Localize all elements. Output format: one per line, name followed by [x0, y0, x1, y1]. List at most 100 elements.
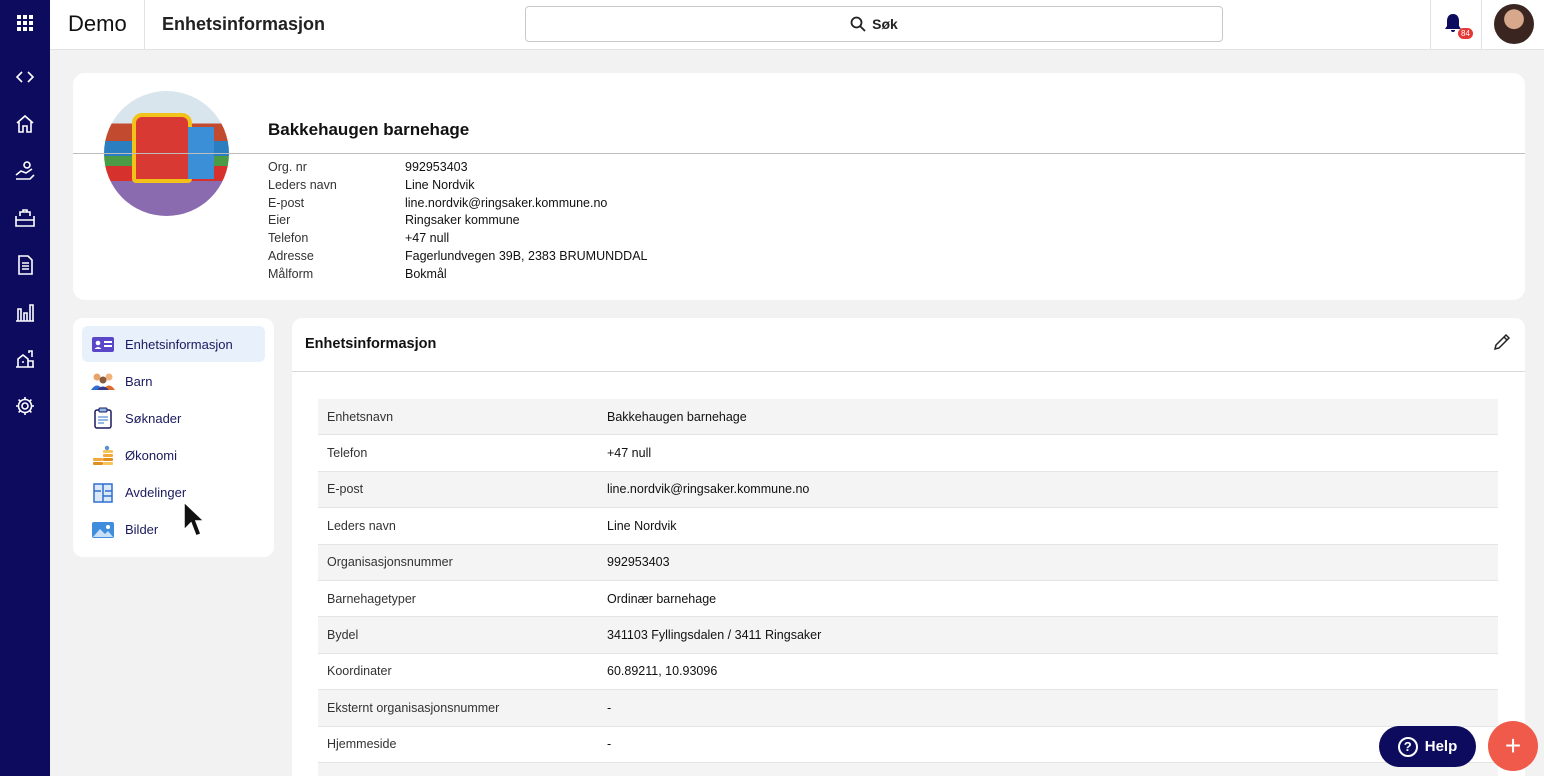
summary-label: Org. nr [268, 160, 307, 174]
notification-badge: 84 [1458, 28, 1473, 39]
row-value: Bakkehaugen barnehage [607, 409, 747, 424]
left-rail [0, 0, 50, 776]
table-row: Eksternt organisasjonsnummer - [318, 690, 1498, 727]
menu-item-label: Søknader [125, 410, 182, 426]
mouse-cursor-icon [183, 500, 206, 537]
panel-divider [292, 371, 1525, 372]
unit-name: Bakkehaugen barnehage [268, 120, 470, 139]
row-label: Leders navn [327, 518, 396, 533]
children-icon [90, 370, 116, 392]
menu-item-avdelinger[interactable]: Avdelinger [82, 475, 265, 511]
summary-value: Fagerlundvegen 39B, 2383 BRUMUNDDAL [405, 248, 648, 263]
summary-label: Eier [268, 213, 291, 228]
table-row: Barnehagetyper Ordinær barnehage [318, 581, 1498, 618]
menu-item-label: Bilder [125, 522, 159, 538]
gear-icon[interactable] [0, 391, 50, 421]
buildings-icon[interactable] [0, 344, 50, 374]
document-icon[interactable] [0, 250, 50, 280]
bar-chart-icon[interactable] [0, 297, 50, 327]
table-row: E-post line.nordvik@ringsaker.kommune.no [318, 471, 1498, 509]
row-value: - [607, 737, 612, 752]
summary-label: Adresse [268, 248, 314, 263]
row-value: 60.89211, 10.93096 [607, 664, 718, 679]
menu-item-label: Barn [125, 373, 153, 389]
unit-details-panel: Enhetsinformasjon Enhetsnavn Bakkehaugen … [292, 318, 1525, 776]
summary-value: Line Nordvik [405, 177, 475, 192]
search-label: Søk [872, 16, 898, 32]
summary-label: Målform [268, 266, 314, 281]
row-label: Eksternt organisasjonsnummer [327, 700, 500, 715]
table-row: Koordinater 60.89211, 10.93096 [318, 654, 1498, 691]
details-table: Enhetsnavn Bakkehaugen barnehage Telefon +… [318, 399, 1498, 776]
image-icon [90, 519, 116, 541]
home-icon[interactable] [0, 109, 50, 139]
search-icon [850, 16, 866, 32]
summary-value: 992953403 [405, 160, 468, 174]
summary-label: Telefon [268, 231, 309, 246]
summary-value: Ringsaker kommune [405, 213, 520, 228]
row-label: Hjemmeside [327, 737, 397, 752]
brand-name[interactable]: Demo [68, 11, 127, 37]
summary-row: E-post line.nordvik@ringsaker.kommune.no [268, 195, 648, 213]
menu-item-bilder[interactable]: Bilder [82, 512, 265, 548]
notifications-button[interactable]: 84 [1442, 12, 1473, 40]
floorplan-icon [90, 482, 116, 504]
hands-icon[interactable] [0, 156, 50, 186]
menu-item-label: Avdelinger [125, 485, 187, 501]
panel-title: Enhetsinformasjon [305, 336, 437, 352]
help-label: Help [1424, 738, 1458, 755]
menu-item-enhetsinformasjon[interactable]: Enhetsinformasjon [82, 326, 265, 362]
clipboard-icon [90, 407, 116, 430]
topbar-divider [1430, 0, 1431, 50]
row-value: Line Nordvik [607, 518, 677, 533]
menu-item-okonomi[interactable]: Økonomi [82, 438, 265, 474]
topbar-divider [1481, 0, 1482, 50]
collapse-toggle-icon[interactable] [0, 62, 50, 92]
row-value: - [607, 700, 612, 715]
edit-button[interactable] [1492, 332, 1514, 354]
row-value: +47 null [607, 446, 652, 461]
apps-grid-icon[interactable] [0, 8, 50, 38]
help-button[interactable]: ? Help [1379, 726, 1476, 767]
menu-item-soknader[interactable]: Søknader [82, 400, 265, 436]
row-value: 992953403 [607, 555, 670, 570]
question-icon: ? [1397, 736, 1418, 757]
row-label: Organisasjonsnummer [327, 555, 453, 570]
menu-item-label: Økonomi [125, 448, 178, 464]
row-label: Barnehagetyper [327, 591, 416, 606]
row-value: Ordinær barnehage [607, 591, 717, 606]
crib-icon[interactable] [0, 203, 50, 233]
table-row: Telefon +47 null [318, 435, 1498, 472]
add-button[interactable]: + [1488, 721, 1538, 771]
row-label: Bydel [327, 628, 359, 643]
row-label: Koordinater [327, 664, 392, 679]
table-row: Organisasjonsnummer 992953403 [318, 544, 1498, 581]
search-input[interactable]: Søk [525, 6, 1223, 42]
avatar[interactable] [1494, 4, 1534, 44]
summary-row: Telefon +47 null [268, 230, 648, 248]
table-row [318, 762, 1498, 776]
summary-row: Adresse Fagerlundvegen 39B, 2383 BRUMUNDD… [268, 248, 648, 266]
summary-row: Målform Bokmål [268, 266, 648, 284]
menu-item-barn[interactable]: Barn [82, 363, 265, 399]
topbar-divider [144, 0, 145, 50]
summary-row: Leders navn Line Nordvik [268, 177, 648, 195]
top-bar: Demo Enhetsinformasjon Søk 84 [50, 0, 1544, 50]
table-row: Enhetsnavn Bakkehaugen barnehage [318, 399, 1498, 436]
table-row: Bydel 341103 Fyllingsdalen / 3411 Ringsak… [318, 617, 1498, 654]
id-card-icon [90, 333, 116, 355]
table-row: Hjemmeside - [318, 727, 1498, 763]
header-divider [73, 153, 1525, 154]
summary-value: line.nordvik@ringsaker.kommune.no [405, 195, 608, 210]
summary-label: Leders navn [268, 177, 337, 192]
table-row: Leders navn Line Nordvik [318, 508, 1498, 545]
menu-item-label: Enhetsinformasjon [125, 336, 233, 352]
page-title: Enhetsinformasjon [162, 14, 326, 34]
summary-row: Eier Ringsaker kommune [268, 212, 648, 230]
row-label: Enhetsnavn [327, 409, 394, 424]
row-value: line.nordvik@ringsaker.kommune.no [607, 482, 810, 497]
section-menu: Enhetsinformasjon Barn Søknader Økonomi … [73, 318, 274, 557]
row-value: 341103 Fyllingsdalen / 3411 Ringsaker [607, 628, 822, 643]
unit-summary: Org. nr 992953403 Leders navn Line Nordvik… [268, 159, 648, 284]
row-label: E-post [327, 482, 364, 497]
